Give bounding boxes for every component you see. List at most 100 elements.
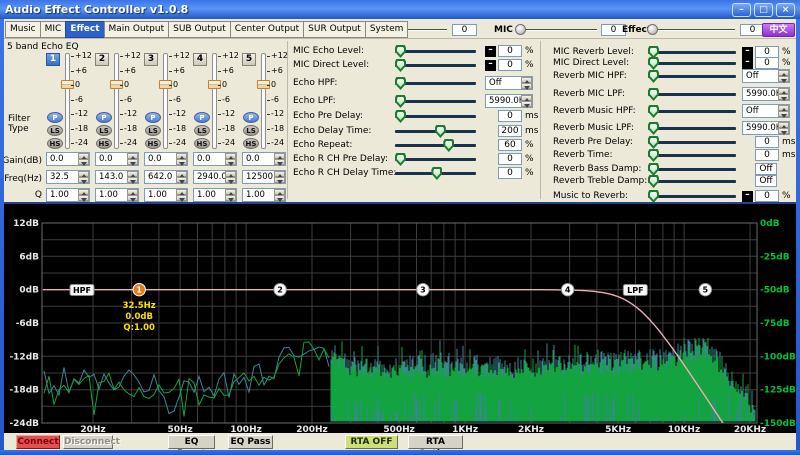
eq-reset-button[interactable]: EQ Reset xyxy=(168,435,215,449)
band4-q-spinbox[interactable]: 1.00 xyxy=(193,188,237,202)
band1-select-button[interactable]: 1 xyxy=(46,53,60,66)
reverb-reverb-treble-damp-slider-track[interactable] xyxy=(648,180,736,183)
tab-mic[interactable]: MIC xyxy=(40,21,67,38)
reverb-mic-direct-level-value[interactable]: 0 xyxy=(755,57,779,69)
reverb-reverb-pre-delay-slider-handle[interactable] xyxy=(648,136,659,149)
echo-echo-hpf-spinbox[interactable]: Off xyxy=(485,76,533,90)
echo-mic-echo-level-slider-handle[interactable] xyxy=(395,45,406,58)
disconnect-button[interactable]: Disconnect xyxy=(63,435,113,449)
spin-down-icon[interactable] xyxy=(176,177,187,183)
tab-effect[interactable]: Effect xyxy=(65,21,104,38)
band3-q-spinbox[interactable]: 1.00 xyxy=(144,188,188,202)
echo-echo-delay-time-value[interactable]: 200 xyxy=(498,125,522,137)
spin-down-icon[interactable] xyxy=(176,159,187,165)
band5-select-button[interactable]: 5 xyxy=(242,53,256,66)
mic-master-slider-handle[interactable] xyxy=(515,24,526,35)
reverb-mic-reverb-level-slider-track[interactable] xyxy=(648,51,736,54)
echo-mic-direct-level-slider-handle[interactable] xyxy=(395,59,406,72)
reverb-reverb-pre-delay-slider-track[interactable] xyxy=(648,141,736,144)
spin-down-icon[interactable] xyxy=(778,111,789,117)
echo-mic-direct-level-minus-button[interactable]: – xyxy=(485,60,496,71)
echo-mic-echo-level-minus-button[interactable]: – xyxy=(485,46,496,57)
reverb-reverb-mic-lpf-spinbox[interactable]: 5990.0Hz xyxy=(742,87,790,101)
band5-gain-slider-track[interactable] xyxy=(261,53,266,149)
spin-down-icon[interactable] xyxy=(274,177,285,183)
band3-gain-slider-track[interactable] xyxy=(163,53,168,149)
band4-gain-slider-track[interactable] xyxy=(212,53,217,149)
tab-sub-output[interactable]: SUB Output xyxy=(168,21,231,38)
band3-freq-spinbox[interactable]: 642.0 xyxy=(144,170,188,184)
echo-echo-lpf-slider-handle[interactable] xyxy=(395,95,406,108)
band3-filter-hs-button[interactable]: HS xyxy=(145,138,161,149)
band2-q-spinbox[interactable]: 1.00 xyxy=(95,188,139,202)
spin-down-icon[interactable] xyxy=(521,101,532,107)
reverb-reverb-mic-hpf-slider-handle[interactable] xyxy=(648,70,659,83)
band5-q-spinbox[interactable]: 1.00 xyxy=(242,188,286,202)
band3-filter-ls-button[interactable]: LS xyxy=(145,125,161,136)
reverb-reverb-bass-damp-slider-track[interactable] xyxy=(648,168,736,171)
tab-system[interactable]: System xyxy=(365,21,409,38)
effect-master-slider-handle[interactable] xyxy=(647,24,658,35)
echo-echo-lpf-slider-track[interactable] xyxy=(395,100,476,103)
spin-down-icon[interactable] xyxy=(274,159,285,165)
spin-down-icon[interactable] xyxy=(778,94,789,100)
language-toggle-button[interactable]: 中文 xyxy=(762,23,795,37)
echo-echo-r-ch-pre-delay-slider-handle[interactable] xyxy=(395,153,406,166)
tab-sur-output[interactable]: SUR Output xyxy=(303,21,366,38)
reverb-mic-direct-level-slider-handle[interactable] xyxy=(648,57,659,70)
band2-filter-hs-button[interactable]: HS xyxy=(96,138,112,149)
band2-freq-spinbox[interactable]: 143.0 xyxy=(95,170,139,184)
echo-echo-hpf-slider-handle[interactable] xyxy=(395,77,406,90)
echo-mic-direct-level-value[interactable]: 0 xyxy=(498,59,522,71)
band1-filter-p-button[interactable]: P xyxy=(47,112,63,123)
tab-center-output[interactable]: Center Output xyxy=(230,21,304,38)
reverb-reverb-music-hpf-slider-track[interactable] xyxy=(648,110,736,113)
eq-pass-button[interactable]: EQ Pass xyxy=(228,435,273,449)
spin-down-icon[interactable] xyxy=(127,177,138,183)
echo-mic-echo-level-value[interactable]: 0 xyxy=(498,45,522,57)
reverb-reverb-pre-delay-value[interactable]: 0 xyxy=(755,136,779,148)
band4-freq-spinbox[interactable]: 2940.0 xyxy=(193,170,237,184)
band4-filter-ls-button[interactable]: LS xyxy=(194,125,210,136)
spin-down-icon[interactable] xyxy=(78,195,89,201)
band4-filter-p-button[interactable]: P xyxy=(194,112,210,123)
echo-echo-repeat-slider-track[interactable] xyxy=(395,144,476,147)
reverb-reverb-bass-damp-value[interactable]: Off xyxy=(755,163,777,175)
rta-off-button[interactable]: RTA OFF xyxy=(345,435,398,449)
spin-down-icon[interactable] xyxy=(225,177,236,183)
reverb-reverb-mic-lpf-slider-handle[interactable] xyxy=(648,88,659,101)
band3-gain-spinbox[interactable]: 0.0 xyxy=(144,152,188,166)
band1-freq-spinbox[interactable]: 32.5 xyxy=(46,170,90,184)
band3-filter-p-button[interactable]: P xyxy=(145,112,161,123)
echo-echo-r-ch-pre-delay-value[interactable]: 0 xyxy=(498,153,522,165)
echo-mic-direct-level-slider-track[interactable] xyxy=(395,64,476,67)
echo-mic-echo-level-slider-track[interactable] xyxy=(395,50,476,53)
band5-gain-spinbox[interactable]: 0.0 xyxy=(242,152,286,166)
reverb-mic-direct-level-minus-button[interactable]: – xyxy=(742,58,753,69)
band1-filter-ls-button[interactable]: LS xyxy=(47,125,63,136)
effect-master-slider-track[interactable] xyxy=(647,29,735,31)
tab-main-output[interactable]: Main Output xyxy=(104,21,170,38)
reverb-music-to-reverb-value[interactable]: 0 xyxy=(755,190,779,202)
band1-gain-slider-track[interactable] xyxy=(65,53,70,149)
reverb-music-to-reverb-minus-button[interactable]: – xyxy=(742,191,753,202)
rta-option-button[interactable]: RTA Option xyxy=(408,435,463,449)
close-button[interactable]: × xyxy=(776,3,795,17)
reverb-reverb-mic-lpf-slider-track[interactable] xyxy=(648,93,736,96)
band1-gain-spinbox[interactable]: 0.0 xyxy=(46,152,90,166)
reverb-reverb-music-lpf-spinbox[interactable]: 5990.0Hz xyxy=(742,121,790,135)
reverb-reverb-music-lpf-slider-handle[interactable] xyxy=(648,122,659,135)
echo-echo-delay-time-slider-handle[interactable] xyxy=(435,125,446,138)
band2-select-button[interactable]: 2 xyxy=(95,53,109,66)
band4-select-button[interactable]: 4 xyxy=(193,53,207,66)
spin-down-icon[interactable] xyxy=(274,195,285,201)
spin-down-icon[interactable] xyxy=(127,195,138,201)
reverb-reverb-time-slider-handle[interactable] xyxy=(648,149,659,162)
echo-echo-hpf-slider-track[interactable] xyxy=(395,82,476,85)
band1-filter-hs-button[interactable]: HS xyxy=(47,138,63,149)
reverb-music-to-reverb-slider-track[interactable] xyxy=(648,195,736,198)
reverb-reverb-bass-damp-slider-handle[interactable] xyxy=(648,163,659,176)
spin-down-icon[interactable] xyxy=(78,177,89,183)
echo-echo-repeat-value[interactable]: 60 xyxy=(498,139,522,151)
band4-filter-hs-button[interactable]: HS xyxy=(194,138,210,149)
